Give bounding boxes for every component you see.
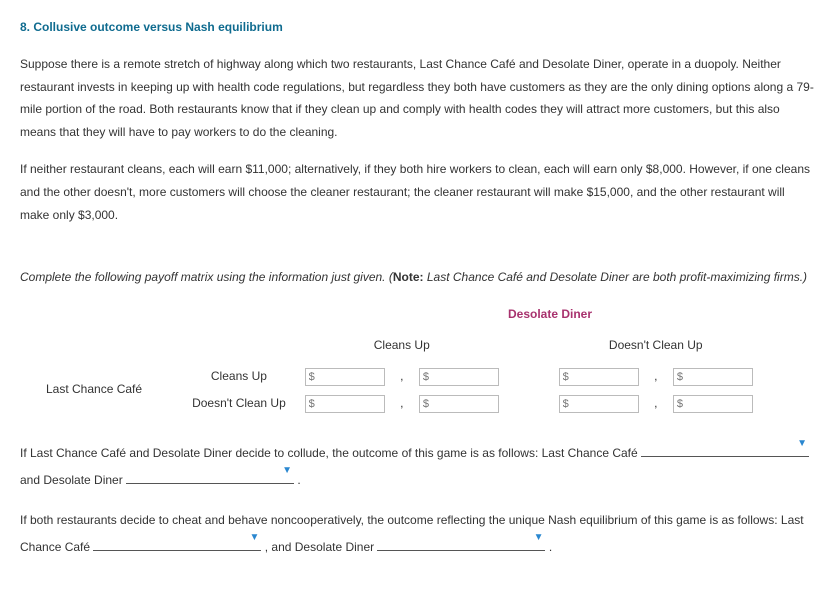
payoff-r1c1-left[interactable] — [305, 368, 385, 386]
col-label-cleans-up: Cleans Up — [296, 332, 508, 363]
row-label-doesnt-clean: Doesn't Clean Up — [152, 390, 296, 417]
caret-down-icon: ▼ — [282, 460, 292, 482]
comma: , — [394, 363, 410, 390]
comma: , — [648, 390, 664, 417]
dropdown-nash-lastchance[interactable]: ▼ — [93, 536, 261, 551]
dropdown-collude-lastchance[interactable]: ▼ — [641, 442, 809, 457]
payoff-r2c2-left[interactable] — [559, 395, 639, 413]
payoff-r2c2-right[interactable] — [673, 395, 753, 413]
payoff-matrix: Desolate Diner Cleans Up Doesn't Clean U… — [20, 303, 817, 416]
caret-down-icon: ▼ — [249, 527, 259, 549]
instruction-note: Last Chance Café and Desolate Diner are … — [424, 270, 808, 284]
q1-text-3: . — [297, 473, 300, 487]
question-heading: 8. Collusive outcome versus Nash equilib… — [20, 16, 817, 39]
caret-down-icon: ▼ — [797, 433, 807, 455]
q1-text-1: If Last Chance Café and Desolate Diner d… — [20, 446, 641, 460]
row-label-cleans-up: Cleans Up — [152, 363, 296, 390]
payoff-r1c2-right[interactable] — [673, 368, 753, 386]
note-label: Note: — [393, 270, 424, 284]
dropdown-collude-desolate[interactable]: ▼ — [126, 469, 294, 484]
scenario-paragraph-1: Suppose there is a remote stretch of hig… — [20, 53, 817, 144]
instruction-pre: Complete the following payoff matrix usi… — [20, 270, 393, 284]
instruction-text: Complete the following payoff matrix usi… — [20, 266, 817, 289]
payoff-r2c1-right[interactable] — [419, 395, 499, 413]
q2-text-3: . — [549, 540, 552, 554]
payoff-r1c1-right[interactable] — [419, 368, 499, 386]
payoff-r2c1-left[interactable] — [305, 395, 385, 413]
caret-down-icon: ▼ — [534, 527, 544, 549]
scenario-paragraph-2: If neither restaurant cleans, each will … — [20, 158, 817, 226]
collusion-question: If Last Chance Café and Desolate Diner d… — [20, 440, 817, 493]
comma: , — [394, 390, 410, 417]
dropdown-nash-desolate[interactable]: ▼ — [377, 536, 545, 551]
comma: , — [648, 363, 664, 390]
payoff-table: Cleans Up Doesn't Clean Up Last Chance C… — [40, 332, 762, 416]
q2-text-2: , and Desolate Diner — [265, 540, 378, 554]
row-player-label: Last Chance Café — [40, 363, 152, 417]
payoff-r1c2-left[interactable] — [559, 368, 639, 386]
nash-question: If both restaurants decide to cheat and … — [20, 507, 817, 560]
q1-text-2: and Desolate Diner — [20, 473, 126, 487]
column-player-label: Desolate Diner — [360, 303, 740, 326]
col-label-doesnt-clean: Doesn't Clean Up — [550, 332, 762, 363]
